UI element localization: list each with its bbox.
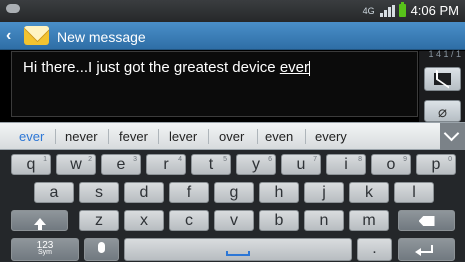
send-icon [434, 73, 451, 85]
key-v[interactable]: v [214, 210, 254, 231]
status-bar: 4G 4:06 PM [0, 0, 465, 22]
notification-icon [6, 4, 20, 13]
keyboard: q1 w2 e3 r4 t5 y6 u7 i8 o9 p0 a s d f g … [0, 150, 465, 262]
key-k[interactable]: k [349, 182, 389, 203]
key-f[interactable]: f [169, 182, 209, 203]
paperclip-icon: ⌀ [438, 104, 448, 121]
shift-key[interactable] [11, 210, 68, 231]
enter-icon [415, 245, 433, 256]
composing-word: ever [279, 59, 309, 76]
attach-button[interactable]: ⌀ [424, 100, 461, 122]
key-b[interactable]: b [259, 210, 299, 231]
mail-icon [24, 26, 49, 45]
backspace-key[interactable] [398, 210, 455, 231]
text-cursor [309, 60, 310, 76]
suggestion-fever[interactable]: fever [119, 129, 148, 144]
battery-icon [398, 2, 406, 17]
period-key[interactable]: . [357, 238, 392, 261]
key-a[interactable]: a [34, 182, 74, 203]
signal-icon [379, 4, 395, 17]
key-w[interactable]: w2 [56, 154, 96, 175]
suggestion-lever[interactable]: lever [169, 129, 197, 144]
page-title: New message [57, 29, 146, 45]
key-i[interactable]: i8 [326, 154, 366, 175]
key-p[interactable]: p0 [416, 154, 456, 175]
chevron-down-icon [443, 125, 460, 142]
message-actions: 1 4 1 / 1 ⌀ [419, 49, 465, 122]
key-x[interactable]: x [124, 210, 164, 231]
suggestion-ever[interactable]: ever [19, 129, 44, 144]
key-z[interactable]: z [79, 210, 119, 231]
key-t[interactable]: t5 [191, 154, 231, 175]
message-text: Hi there...I just got the greatest devic… [23, 59, 310, 76]
key-s[interactable]: s [79, 182, 119, 203]
character-counter: 1 4 1 / 1 [428, 49, 461, 59]
key-l[interactable]: l [394, 182, 434, 203]
key-e[interactable]: e3 [101, 154, 141, 175]
app-header: ‹ New message [0, 22, 465, 50]
back-icon[interactable]: ‹ [6, 27, 11, 45]
suggestion-bar: ever never fever lever over even every [0, 122, 465, 151]
key-j[interactable]: j [304, 182, 344, 203]
status-time: 4:06 PM [410, 3, 459, 18]
key-y[interactable]: y6 [236, 154, 276, 175]
suggestion-even[interactable]: even [265, 129, 293, 144]
enter-key[interactable] [398, 238, 455, 261]
status-right: 4G 4:06 PM [362, 2, 459, 18]
expand-suggestions-button[interactable] [440, 123, 465, 151]
message-text-body: Hi there...I just got the greatest devic… [23, 59, 280, 76]
send-button[interactable] [424, 67, 461, 91]
suggestion-every[interactable]: every [315, 129, 347, 144]
suggestion-never[interactable]: never [65, 129, 98, 144]
key-n[interactable]: n [304, 210, 344, 231]
microphone-icon [98, 242, 105, 253]
suggestion-over[interactable]: over [219, 129, 244, 144]
key-d[interactable]: d [124, 182, 164, 203]
key-o[interactable]: o9 [371, 154, 411, 175]
key-q[interactable]: q1 [11, 154, 51, 175]
key-c[interactable]: c [169, 210, 209, 231]
key-m[interactable]: m [349, 210, 389, 231]
message-input[interactable]: Hi there...I just got the greatest devic… [11, 51, 418, 117]
space-key[interactable] [124, 238, 352, 261]
backspace-icon [418, 216, 435, 226]
network-type-icon: 4G [362, 5, 375, 16]
shift-icon [33, 218, 46, 230]
key-u[interactable]: u7 [281, 154, 321, 175]
space-icon [226, 251, 250, 256]
key-g[interactable]: g [214, 182, 254, 203]
key-h[interactable]: h [259, 182, 299, 203]
symbols-key[interactable]: 123 Sym [11, 238, 79, 261]
voice-input-key[interactable] [84, 238, 119, 261]
key-r[interactable]: r4 [146, 154, 186, 175]
